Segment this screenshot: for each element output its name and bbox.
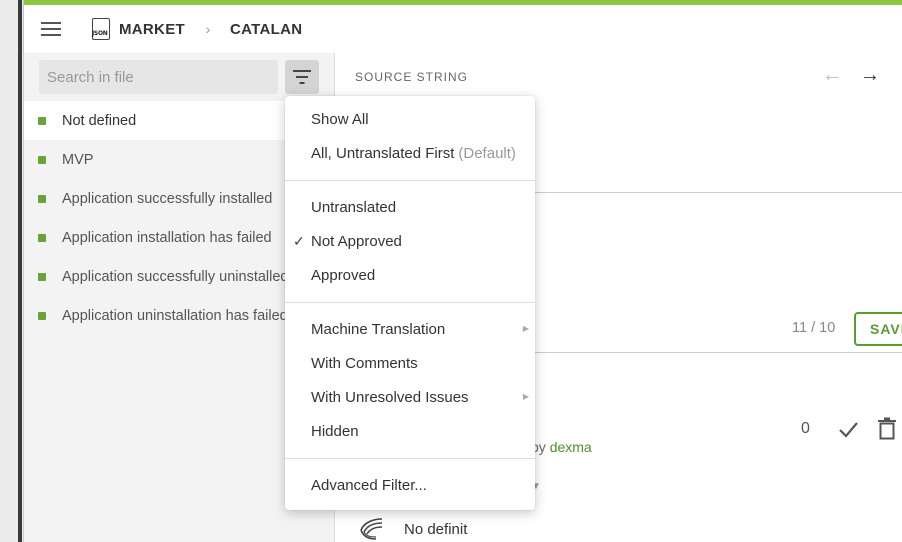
menu-item-label: Not Approved [311,232,402,250]
filter-menu: Show All All, Untranslated First (Default… [285,96,535,510]
default-note: (Default) [458,144,516,162]
filter-option-untranslated-first[interactable]: All, Untranslated First (Default) [285,136,535,170]
check-icon[interactable] [837,418,859,440]
menu-item-label: With Unresolved Issues [311,388,469,406]
breadcrumb-project[interactable]: MARKET [119,21,185,38]
arrow-left-icon[interactable]: ← [822,65,842,85]
menu-divider [285,458,535,459]
left-window-edge [0,0,24,542]
filter-button[interactable] [285,60,319,94]
json-file-icon: JSON [92,18,110,40]
list-item-label: Not defined [62,112,137,129]
filter-option-advanced[interactable]: Advanced Filter... [285,468,535,502]
suggestion-text: No definit [404,521,468,538]
arrow-right-icon[interactable]: → [860,65,880,85]
vote-score: 0 [801,420,810,437]
translation-byline: by dexma [531,439,592,455]
filter-option-show-all[interactable]: Show All [285,102,535,136]
menu-item-label: Advanced Filter... [311,476,427,494]
list-item-label: MVP [62,151,94,168]
filter-option-with-comments[interactable]: With Comments [285,346,535,380]
filter-option-machine-translation[interactable]: Machine Translation ▶ [285,312,535,346]
breadcrumb-separator-icon: › [205,21,211,37]
source-string-label: SOURCE STRING [355,70,469,84]
top-bar: JSON MARKET › CATALAN [24,0,902,53]
filter-option-untranslated[interactable]: Untranslated [285,190,535,224]
chevron-right-icon: ▶ [522,324,529,333]
checkmark-icon: ✓ [293,233,305,249]
menu-item-label: With Comments [311,354,418,372]
menu-divider [285,180,535,181]
character-counter: 11 / 10 [792,320,836,336]
menu-item-label: Show All [311,110,369,128]
menu-item-label: All, Untranslated First [311,144,455,162]
status-dot [38,272,46,281]
filter-option-hidden[interactable]: Hidden [285,414,535,448]
list-item-label: Application successfully uninstalled [62,268,289,285]
file-type-tag: JSON [92,30,108,37]
menu-item-label: Approved [311,266,376,284]
string-navigation: ← → [822,65,880,85]
list-item-label: Application uninstallation has failed [62,307,288,324]
breadcrumb-language[interactable]: CATALAN [230,21,302,38]
menu-divider [285,302,535,303]
list-item-label: Application successfully installed [62,190,273,207]
status-dot [38,194,46,203]
menu-button[interactable] [24,5,78,53]
list-item-label: Application installation has failed [62,229,272,246]
menu-item-label: Untranslated [311,198,397,216]
status-dot [38,311,46,320]
filter-option-approved[interactable]: Approved [285,258,535,292]
status-dot [38,116,46,125]
machine-translation-engine-icon [360,518,383,540]
menu-item-label: Machine Translation [311,320,446,338]
save-button[interactable]: SAVE [854,312,902,346]
hamburger-icon [41,22,61,36]
filter-option-not-approved[interactable]: ✓ Not Approved [285,224,535,258]
chevron-right-icon: ▶ [522,392,529,401]
filter-icon [293,70,311,84]
status-dot [38,155,46,164]
menu-item-label: Hidden [311,422,359,440]
window-border [18,0,22,542]
filter-option-unresolved-issues[interactable]: With Unresolved Issues ▶ [285,380,535,414]
status-dot [38,233,46,242]
author-link[interactable]: dexma [550,439,592,455]
search-input[interactable] [39,60,278,94]
trash-icon[interactable] [876,417,898,441]
